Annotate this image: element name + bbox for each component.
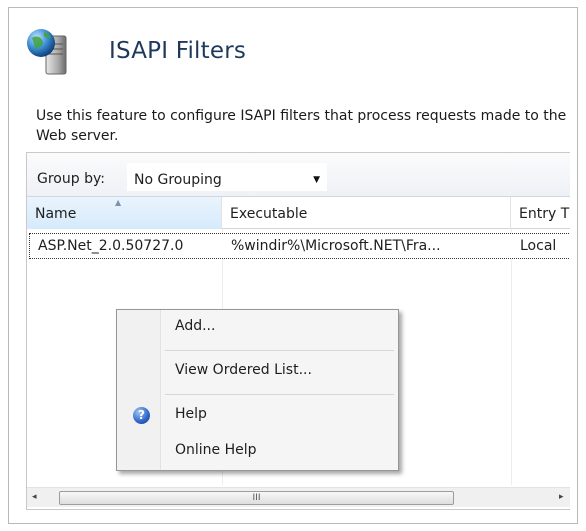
menu-separator [165,350,394,351]
globe-server-icon [27,29,67,75]
group-by-value: No Grouping [134,172,222,188]
scroll-left-icon[interactable]: ◂ [32,492,37,502]
menu-item-help[interactable]: ? Help [119,401,396,429]
context-menu: Add... View Ordered List... ? Help Onlin… [116,309,399,471]
column-header-name[interactable]: ▲ Name [27,197,222,229]
cell-name: ASP.Net_2.0.50727.0 [38,238,184,254]
column-headers: ▲ Name Executable Entry T [27,197,570,229]
page-description: Use this feature to configure ISAPI filt… [36,108,567,144]
grip-icon: III [252,493,261,503]
column-header-executable[interactable]: Executable [222,197,511,229]
scroll-right-icon[interactable]: ▸ [559,492,564,502]
menu-item-view-ordered-list[interactable]: View Ordered List... [119,357,396,385]
group-by-dropdown[interactable]: No Grouping ▼ [127,163,327,191]
table-row[interactable]: ASP.Net_2.0.50727.0 %windir%\Microsoft.N… [29,233,570,259]
dropdown-arrow-icon: ▼ [313,175,320,185]
cell-executable: %windir%\Microsoft.NET\Fra... [231,238,441,254]
group-by-bar: Group by: No Grouping ▼ [27,153,570,197]
menu-separator [165,394,394,395]
menu-item-add[interactable]: Add... [119,313,396,341]
cell-entry-type: Local [520,238,557,254]
menu-item-online-help[interactable]: Online Help [119,437,396,465]
scrollbar-thumb[interactable]: III [59,491,454,505]
column-divider [511,229,512,485]
column-header-entry-type[interactable]: Entry T [511,197,570,229]
sort-ascending-icon: ▲ [115,198,122,207]
page-title: ISAPI Filters [109,38,247,64]
horizontal-scrollbar[interactable]: ◂ III ▸ [27,487,570,507]
group-by-label: Group by: [37,171,105,187]
help-icon: ? [133,407,150,424]
